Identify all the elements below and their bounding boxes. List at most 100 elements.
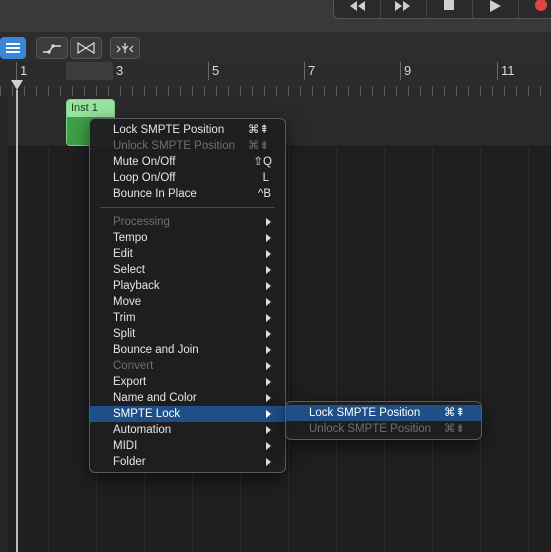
menu-item-export[interactable]: Export xyxy=(90,374,285,390)
menu-item-folder[interactable]: Folder xyxy=(90,454,285,470)
menu-item-loop[interactable]: Loop On/Off L xyxy=(90,170,285,186)
menu-item-playback[interactable]: Playback xyxy=(90,278,285,294)
submenu-arrow-icon xyxy=(266,234,271,242)
shortcut-label: ^B xyxy=(257,188,271,200)
shortcut-label: L xyxy=(262,172,269,184)
bar-number: 9 xyxy=(404,63,412,78)
menu-item-label: Lock SMPTE Position xyxy=(309,407,421,419)
menu-item-label: Bounce In Place xyxy=(113,188,197,200)
menu-item-smpte-lock[interactable]: SMPTE Lock xyxy=(90,406,285,422)
shortcut-label: ⇧Q xyxy=(253,156,272,168)
submenu-arrow-icon xyxy=(266,410,271,418)
lane-edge xyxy=(0,96,8,552)
menu-item-lock-smpte[interactable]: Lock SMPTE Position ⌘⇞ xyxy=(90,122,285,138)
list-view-button[interactable] xyxy=(0,37,26,59)
menu-item-label: Automation xyxy=(113,424,172,436)
list-icon xyxy=(6,43,20,53)
menu-item-unlock-smpte: Unlock SMPTE Position ⌘⇟ xyxy=(90,138,285,154)
submenu-arrow-icon xyxy=(266,330,271,338)
submenu-arrow-icon xyxy=(266,314,271,322)
submenu-arrow-icon xyxy=(266,362,271,370)
menu-item-label: Move xyxy=(113,296,142,308)
menu-item-label: SMPTE Lock xyxy=(113,408,181,420)
fast-forward-icon xyxy=(395,0,410,11)
submenu-arrow-icon xyxy=(266,282,271,290)
shortcut-label: ⌘⇞ xyxy=(443,407,465,419)
submenu-item-unlock-smpte: Unlock SMPTE Position ⌘⇟ xyxy=(286,421,481,437)
rewind-button[interactable] xyxy=(334,0,381,18)
menu-item-trim[interactable]: Trim xyxy=(90,310,285,326)
submenu-arrow-icon xyxy=(266,442,271,450)
automation-button[interactable] xyxy=(36,37,68,59)
submenu-arrow-icon xyxy=(266,458,271,466)
bar-number: 7 xyxy=(308,63,316,78)
menu-item-label: Lock SMPTE Position xyxy=(113,124,225,136)
tracks-toolbar xyxy=(0,32,551,63)
menu-item-split[interactable]: Split xyxy=(90,326,285,342)
fast-forward-button[interactable] xyxy=(380,0,427,18)
playhead-handle[interactable] xyxy=(11,80,23,90)
bar-number: 5 xyxy=(212,63,220,78)
stop-icon xyxy=(444,0,454,10)
bar-number: 3 xyxy=(116,63,124,78)
submenu-arrow-icon xyxy=(266,218,271,226)
record-icon xyxy=(535,0,547,11)
menu-item-label: Convert xyxy=(113,360,154,372)
menu-item-tempo[interactable]: Tempo xyxy=(90,230,285,246)
region-name: Inst 1 xyxy=(67,100,114,117)
beat-ticks xyxy=(0,86,551,96)
rewind-icon xyxy=(350,0,365,11)
transport-controls xyxy=(333,0,551,19)
submenu-arrow-icon xyxy=(266,394,271,402)
menu-item-bounce-and-join[interactable]: Bounce and Join xyxy=(90,342,285,358)
bar-number: 1 xyxy=(20,63,28,78)
shortcut-label: ⌘⇞ xyxy=(247,124,269,136)
catch-button[interactable] xyxy=(110,37,140,59)
submenu-arrow-icon xyxy=(266,426,271,434)
menu-item-name-and-color[interactable]: Name and Color xyxy=(90,390,285,406)
stop-button[interactable] xyxy=(426,0,473,18)
menu-item-label: Mute On/Off xyxy=(113,156,176,168)
menu-item-label: Trim xyxy=(113,312,136,324)
menu-separator xyxy=(100,207,275,208)
flex-icon xyxy=(77,42,95,54)
menu-item-label: Select xyxy=(113,264,145,276)
bar-number: 11 xyxy=(501,63,515,78)
submenu-arrow-icon xyxy=(266,250,271,258)
submenu-arrow-icon xyxy=(266,266,271,274)
menu-item-label: Processing xyxy=(113,216,170,228)
region-context-menu: Lock SMPTE Position ⌘⇞ Unlock SMPTE Posi… xyxy=(89,118,286,473)
menu-item-automation[interactable]: Automation xyxy=(90,422,285,438)
menu-item-mute[interactable]: Mute On/Off ⇧Q xyxy=(90,154,285,170)
menu-item-label: Loop On/Off xyxy=(113,172,176,184)
menu-item-label: MIDI xyxy=(113,440,138,452)
menu-item-processing: Processing xyxy=(90,214,285,230)
menu-item-label: Name and Color xyxy=(113,392,197,404)
play-icon xyxy=(490,0,501,12)
bar-numbers: 1 3 5 7 9 11 xyxy=(0,62,551,82)
shortcut-label: ⌘⇟ xyxy=(443,423,465,435)
flex-button[interactable] xyxy=(70,37,102,59)
menu-item-label: Folder xyxy=(113,456,146,468)
menu-item-edit[interactable]: Edit xyxy=(90,246,285,262)
automation-curve-icon xyxy=(43,44,61,54)
menu-item-label: Split xyxy=(113,328,136,340)
submenu-arrow-icon xyxy=(266,378,271,386)
record-button[interactable] xyxy=(518,0,551,18)
play-button[interactable] xyxy=(472,0,519,18)
playhead-line[interactable] xyxy=(16,90,18,552)
menu-item-select[interactable]: Select xyxy=(90,262,285,278)
submenu-item-lock-smpte[interactable]: Lock SMPTE Position ⌘⇞ xyxy=(286,405,481,421)
menu-item-bounce-in-place[interactable]: Bounce In Place ^B xyxy=(90,186,285,202)
menu-item-label: Edit xyxy=(113,248,133,260)
menu-item-move[interactable]: Move xyxy=(90,294,285,310)
menu-item-label: Export xyxy=(113,376,147,388)
catch-icon xyxy=(116,43,134,53)
menu-item-label: Unlock SMPTE Position xyxy=(309,423,432,435)
submenu-arrow-icon xyxy=(266,346,271,354)
menu-item-label: Bounce and Join xyxy=(113,344,199,356)
menu-item-label: Playback xyxy=(113,280,160,292)
shortcut-label: ⌘⇟ xyxy=(247,140,269,152)
menu-item-midi[interactable]: MIDI xyxy=(90,438,285,454)
menu-item-label: Tempo xyxy=(113,232,148,244)
